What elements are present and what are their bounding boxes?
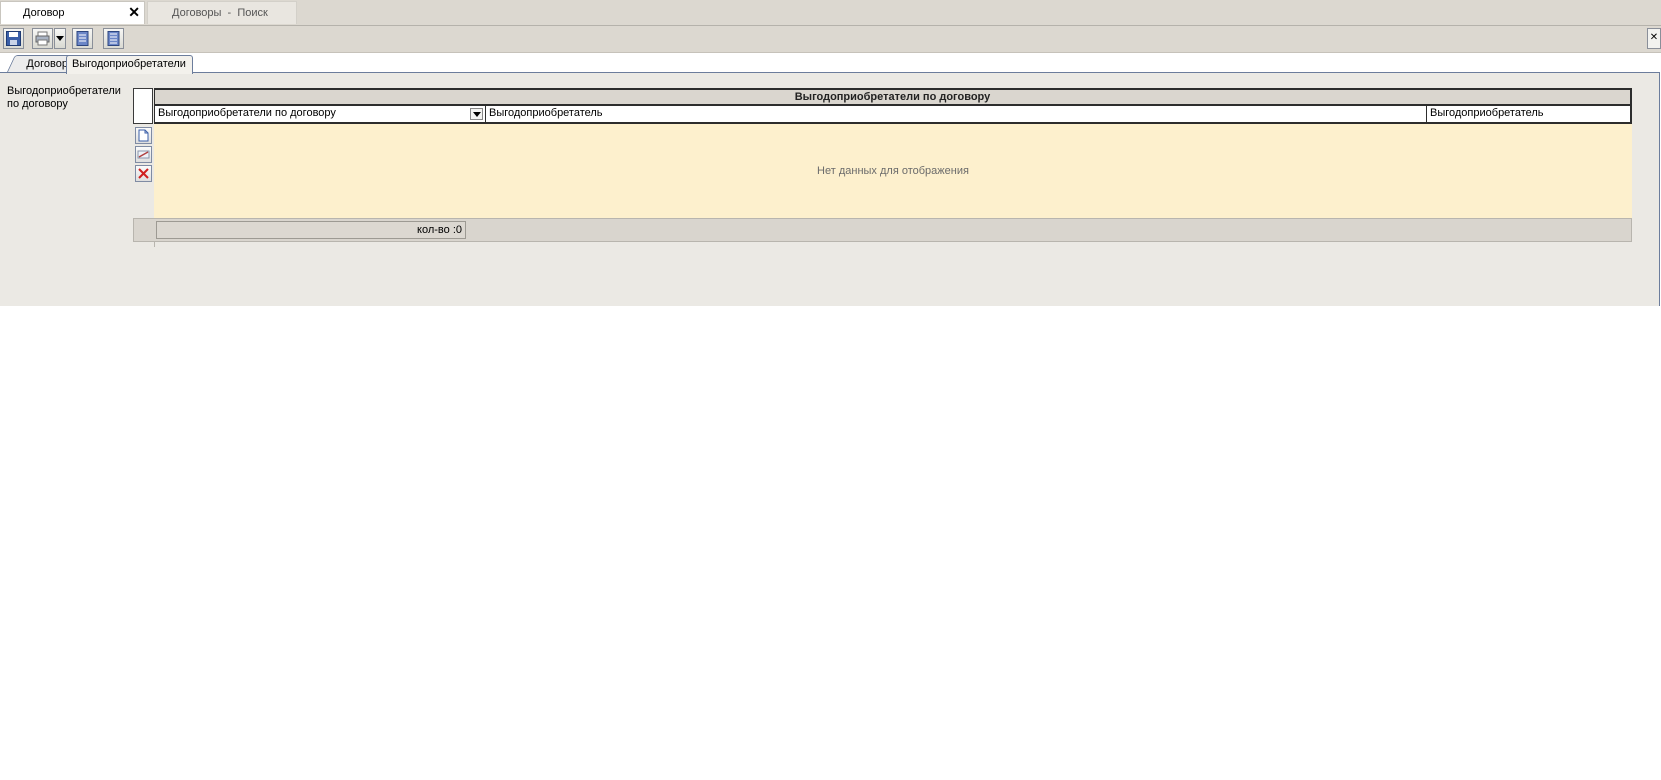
beneficiaries-grid: Выгодоприобретатели по договору Выгодопр… [133, 88, 1632, 247]
document-tab-strip: Договор ✕ Договоры - Поиск [0, 0, 1661, 26]
close-icon[interactable]: ✕ [128, 1, 140, 23]
add-row-button[interactable] [135, 127, 152, 144]
tab-beneficiaries[interactable]: Выгодоприобретатели [66, 55, 193, 74]
row-count: кол-во :0 [156, 221, 466, 239]
toolbar: ✕ [0, 26, 1661, 53]
chevron-down-icon [473, 112, 481, 117]
inner-tab-strip: Договор Выгодоприобретатели [0, 53, 1661, 74]
section-label: Выгодоприобретатели по договору [7, 85, 121, 110]
doc-tab-contract[interactable]: Договор ✕ [0, 1, 145, 24]
doc-tab-label: Договор [23, 7, 65, 19]
edit-row-button[interactable] [135, 146, 152, 163]
empty-message: Нет данных для отображения [817, 165, 969, 177]
column-header-beneficiary-2[interactable]: Выгодоприобретатель [1427, 106, 1631, 122]
grid-footer: кол-во :0 [133, 218, 1632, 242]
doc-tab-contracts-search[interactable]: Договоры - Поиск [147, 1, 297, 24]
grid-header-row: Выгодоприобретатели по договору Выгодопр… [154, 106, 1632, 124]
column-header-label: Выгодоприобретатели по договору [158, 107, 336, 119]
grid-body[interactable]: Нет данных для отображения [154, 124, 1632, 218]
document-list-button[interactable] [72, 28, 93, 49]
tab-label: Договор [26, 58, 68, 70]
print-dropdown-button[interactable] [54, 28, 66, 49]
save-icon [6, 31, 21, 46]
print-icon [35, 31, 50, 46]
add-icon [138, 129, 149, 142]
doc-tab-label: Договоры - Поиск [172, 7, 268, 19]
grid-title: Выгодоприобретатели по договору [154, 88, 1632, 106]
document-list-alt-button[interactable] [103, 28, 124, 49]
grid-corner [133, 88, 153, 124]
close-panel-button[interactable]: ✕ [1647, 28, 1661, 49]
beneficiaries-panel: Выгодоприобретатели по договору Выгодопр… [0, 72, 1660, 306]
delete-row-button[interactable] [135, 165, 152, 182]
document-list-icon [76, 31, 89, 46]
document-list-alt-icon [107, 31, 120, 46]
save-button[interactable] [3, 28, 24, 49]
column-header-beneficiaries-by-contract[interactable]: Выгодоприобретатели по договору [155, 106, 486, 122]
chevron-down-icon [56, 36, 64, 41]
column-filter-button[interactable] [470, 108, 483, 120]
delete-icon [138, 168, 149, 179]
print-button[interactable] [32, 28, 53, 49]
column-header-beneficiary[interactable]: Выгодоприобретатель [486, 106, 1427, 122]
edit-icon [137, 150, 150, 159]
